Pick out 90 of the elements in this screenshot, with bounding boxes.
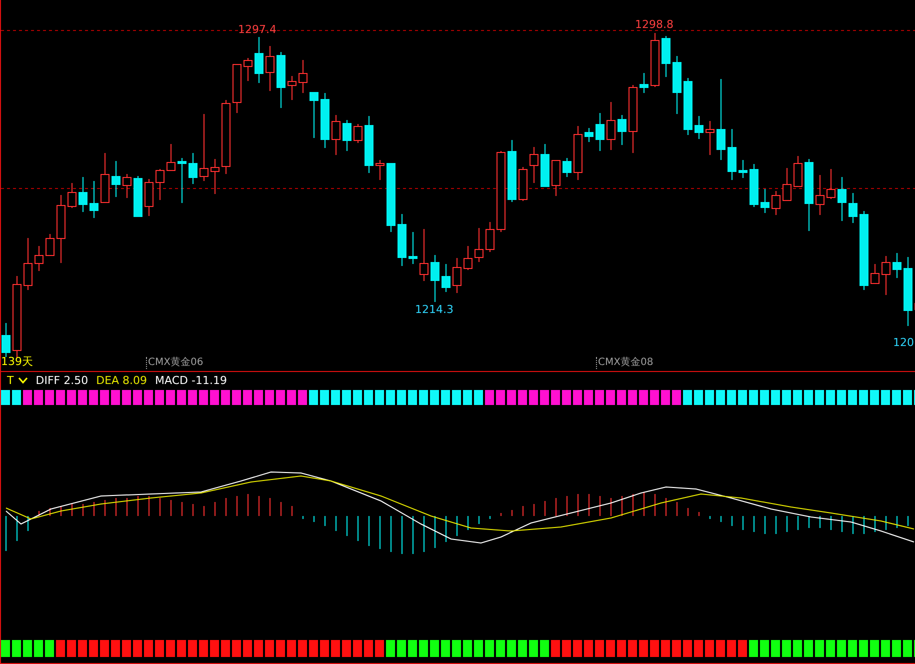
candlestick [640,72,648,94]
candlestick [650,32,660,88]
candlestick [750,164,758,208]
candlestick [574,126,582,180]
candlestick [760,188,770,214]
dea-value: DEA 8.09 [96,374,148,387]
candlestick [364,116,374,174]
candlestick [34,246,44,272]
candlestick [728,128,736,180]
candlestick [166,144,176,171]
candlestick [420,228,428,282]
candlestick [882,256,890,296]
candlestick [408,232,418,264]
candlestick [782,168,792,201]
candlestick [486,222,494,252]
candlestick [904,256,912,326]
candlestick [618,114,626,146]
candlestick [200,114,208,182]
candlestick [474,228,484,262]
candlestick [838,176,846,222]
candlestick [100,152,110,203]
candlestick [694,116,704,140]
candlestick [606,102,616,150]
candlestick [266,46,274,92]
candlestick [398,214,406,266]
candlestick [826,168,836,200]
candlestick [816,174,824,216]
high-price-label: 1298.8 [635,18,674,31]
candlestick [442,264,450,292]
candlestick [78,176,88,212]
candlestick [156,168,164,200]
contract-label: CMX黄金06 [146,357,204,369]
candlestick [584,128,594,142]
candlestick [134,176,142,218]
candlestick [112,160,120,198]
diff-value: DIFF 2.50 [36,374,88,387]
candlestick [178,158,186,204]
candlestick [288,76,296,100]
candlestick [596,112,604,152]
candlestick [562,158,572,178]
candlestick [508,140,516,202]
candlestick [662,36,670,78]
candlestick [452,258,462,294]
candlestick [540,144,550,188]
candlestick [738,160,748,178]
candlestick [848,192,858,224]
candlestick [56,194,66,264]
candlestick [914,303,915,310]
candlestick [276,52,286,108]
candlestick [794,156,802,188]
candlestick [342,120,352,152]
candlestick [188,152,198,184]
candlestick [244,58,252,82]
candlestick [552,160,560,196]
candlestick [518,166,528,202]
candlestick [320,92,330,148]
candlestick [464,246,472,270]
candlestick [122,174,132,198]
candlestick [430,254,440,302]
candlestick [232,64,242,114]
candlestick [386,162,396,232]
candlestick [90,180,98,218]
high-price-label: 1297.4 [238,23,276,36]
contract-label: CMX黄金08 [596,357,654,369]
candlestick [310,92,318,138]
chevron-down-icon[interactable] [18,377,28,384]
candlestick [684,78,692,136]
candlestick [144,178,154,216]
candlestick [24,238,32,290]
candlestick [68,182,76,208]
candlestick [46,234,54,256]
indicator-name[interactable]: T [7,374,14,387]
low-price-label: 1214.3 [415,303,454,316]
candlestick [672,56,682,114]
candlestick [298,60,308,94]
period-label: 139天 [1,355,33,369]
candlestick [892,252,902,278]
candlestick [376,160,384,180]
candlestick [628,84,638,154]
candlestick [706,120,714,156]
candlestick [254,36,264,84]
candlestick [2,322,10,358]
candlestick [210,158,220,194]
candlestick [772,190,780,216]
candlestick [354,124,362,144]
macd-value: MACD -11.19 [155,374,227,387]
candlestick [870,264,880,284]
low-price-label: 120 [893,336,914,349]
candlestick [332,114,340,156]
candlestick [530,146,538,184]
